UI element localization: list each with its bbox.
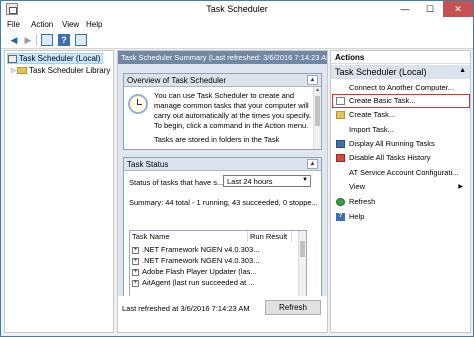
collapse-arrow-icon[interactable]: ▲ [459,67,466,74]
action-disable-all-tasks-history[interactable]: Disable All Tasks History [333,152,469,164]
disable-history-icon [336,154,345,162]
create-basic-task-icon [336,97,345,105]
tree-item-label: Task Scheduler Library [29,66,111,75]
task-name: .NET Framework NGEN v4.0.303... [142,245,260,254]
tree-item-task-scheduler-library[interactable]: ▷ Task Scheduler Library [11,66,110,77]
overview-paragraph: Tasks are stored in folders in the Task [154,135,280,144]
tree-item-label: Task Scheduler (Local) [19,54,101,63]
action-display-all-running-tasks[interactable]: Display All Running Tasks [333,138,469,150]
close-button[interactable]: ✕ [443,1,473,17]
summary-pane: Task Scheduler Summary (Last refreshed: … [117,50,328,333]
task-name: AitAgent (last run succeeded at ... [142,278,255,287]
collapse-chevron-icon[interactable]: ▲ [307,159,318,169]
summary-body: Overview of Task Scheduler ▲ You can use… [118,64,327,309]
toolbar: ◀ ▶ ? [1,31,473,49]
back-arrow-icon[interactable]: ◀ [7,33,21,47]
minimize-button[interactable]: — [393,1,417,17]
overview-paragraph: You can use Task Scheduler to create and… [154,91,312,130]
clock-icon [128,94,148,114]
column-header-task-name[interactable]: Task Name [130,231,248,242]
action-create-task[interactable]: Create Task... [333,109,469,121]
action-label: Display All Running Tasks [349,139,435,148]
actions-pane: Actions Task Scheduler (Local) ▲ Connect… [330,50,471,333]
period-select-value: Last 24 hours [227,177,273,186]
action-help[interactable]: ? Help [333,211,469,223]
create-task-icon [336,111,345,119]
tree-item-task-scheduler-local[interactable]: Task Scheduler (Local) [7,53,104,64]
status-filter-label: Status of tasks that have s... [129,178,224,187]
action-label: Help [349,212,365,221]
column-header-run-result[interactable]: Run Result [248,231,292,242]
task-scheduler-window: Task Scheduler — ☐ ✕ File Action View He… [0,0,474,337]
console-tree: Task Scheduler (Local) ▷ Task Scheduler L… [4,50,114,333]
menu-view[interactable]: View [62,20,79,29]
expand-plus-icon[interactable]: + [132,268,139,276]
task-status-section: Task Status ▲ Status of tasks that have … [123,157,322,307]
maximize-button[interactable]: ☐ [418,1,442,17]
table-row[interactable]: + AitAgent (last run succeeded at ... [132,278,255,287]
submenu-arrow-icon: ▶ [458,184,463,190]
action-label: Create Task... [349,110,396,119]
clock-icon [8,54,17,63]
action-connect-to-another-computer[interactable]: Connect to Another Computer... [333,82,469,94]
action-label: Connect to Another Computer... [349,83,455,92]
action-view[interactable]: View ▶ [333,181,469,193]
action-import-task[interactable]: Import Task... [333,124,469,136]
task-name: Adobe Flash Player Updater (las... [142,267,257,276]
toolbar-separator [36,34,37,46]
folder-icon [17,67,27,75]
overview-scrollbar[interactable]: ▲ [313,87,321,149]
action-create-basic-task[interactable]: Create Basic Task... [332,94,470,108]
refresh-icon [336,198,345,206]
action-refresh[interactable]: Refresh [333,196,469,208]
menu-bar: File Action View Help [1,18,473,31]
scroll-thumb[interactable] [300,241,305,257]
refresh-button[interactable]: Refresh [265,300,321,315]
menu-action[interactable]: Action [31,20,53,29]
expand-plus-icon[interactable]: + [132,246,139,254]
task-summary-text: Summary: 44 total - 1 running, 43 succee… [129,198,318,207]
action-label: Import Task... [349,125,394,134]
collapse-chevron-icon[interactable]: ▲ [307,75,318,85]
forward-arrow-icon[interactable]: ▶ [21,33,35,47]
action-label: Create Basic Task... [349,96,416,105]
actions-group-header[interactable]: Task Scheduler (Local) ▲ [331,65,470,79]
action-at-service-account-configuration[interactable]: AT Service Account Configurati... [333,167,469,179]
table-row[interactable]: + .NET Framework NGEN v4.0.303... [132,256,259,265]
summary-footer: Last refreshed at 3/6/2016 7:14:23 AM Re… [118,296,327,332]
actions-group-label: Task Scheduler (Local) [335,67,427,77]
menu-file[interactable]: File [7,20,20,29]
menu-help[interactable]: Help [86,20,102,29]
summary-header: Task Scheduler Summary (Last refreshed: … [118,51,327,64]
help-icon: ? [336,213,345,221]
overview-section-header[interactable]: Overview of Task Scheduler ▲ [124,74,321,87]
overview-description: You can use Task Scheduler to create and… [154,91,314,149]
expand-plus-icon[interactable]: + [132,257,139,265]
task-status-title: Task Status [127,160,169,169]
last-refreshed-text: Last refreshed at 3/6/2016 7:14:23 AM [122,304,250,313]
show-hide-action-pane-icon[interactable] [75,34,87,46]
scroll-thumb[interactable] [315,96,320,126]
running-tasks-icon [336,140,345,148]
task-table: Task Name Run Result + .NET Framework NGE… [129,230,307,300]
action-label: Refresh [349,197,376,206]
overview-title: Overview of Task Scheduler [127,76,227,85]
chevron-down-icon: ▼ [302,177,308,183]
help-icon[interactable]: ? [58,34,70,46]
show-hide-console-tree-icon[interactable] [41,34,53,46]
action-label: AT Service Account Configurati... [349,168,459,177]
expand-plus-icon[interactable]: + [132,279,139,287]
action-label: Disable All Tasks History [349,153,431,162]
period-select[interactable]: Last 24 hours ▼ [223,175,311,187]
task-name: .NET Framework NGEN v4.0.303... [142,256,260,265]
overview-section: Overview of Task Scheduler ▲ You can use… [123,73,322,150]
table-row[interactable]: + Adobe Flash Player Updater (las... [132,267,257,276]
scroll-up-icon[interactable]: ▲ [314,87,321,95]
actions-title: Actions [331,51,470,64]
table-scrollbar[interactable] [298,231,306,299]
action-label: View [349,182,366,191]
task-status-section-header[interactable]: Task Status ▲ [124,158,321,171]
table-row[interactable]: + .NET Framework NGEN v4.0.303... [132,245,259,254]
title-bar: Task Scheduler — ☐ ✕ [1,1,473,18]
